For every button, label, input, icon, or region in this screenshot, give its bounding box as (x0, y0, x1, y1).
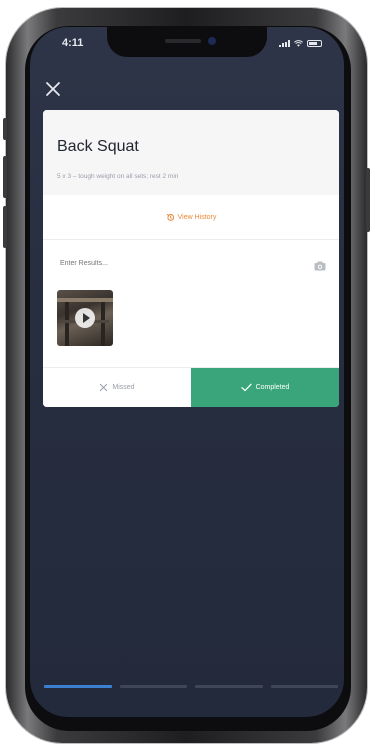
front-camera (208, 37, 216, 45)
check-icon (240, 383, 252, 392)
mute-switch (3, 118, 7, 140)
exercise-title: Back Squat (57, 138, 139, 155)
view-history-button[interactable]: View History (43, 195, 339, 240)
missed-button[interactable]: Missed (43, 368, 191, 407)
status-icons (279, 40, 322, 47)
volume-down-button (3, 206, 7, 248)
results-input[interactable] (60, 260, 280, 267)
completed-label: Completed (255, 384, 290, 391)
app-screen: 4:11 Back Squat 5 x 3 – tough weight on … (30, 27, 344, 717)
x-icon (100, 383, 108, 392)
progress-segment (119, 685, 187, 688)
card-header: Back Squat 5 x 3 – tough weight on all s… (43, 110, 339, 195)
video-thumbnail[interactable] (57, 290, 113, 346)
volume-up-button (3, 156, 7, 198)
history-icon (166, 213, 174, 221)
progress-segment (195, 685, 263, 688)
power-button (366, 168, 370, 232)
close-icon[interactable] (44, 80, 62, 98)
notch (107, 27, 267, 57)
exercise-description: 5 x 3 – tough weight on all sets; rest 2… (57, 173, 179, 180)
cellular-signal-icon (279, 40, 290, 47)
camera-icon[interactable] (314, 261, 326, 271)
view-history-label: View History (177, 213, 217, 221)
progress-segment (44, 685, 112, 688)
workout-progress (44, 685, 338, 688)
battery-icon (307, 40, 322, 47)
thumbnail-rack-right (101, 302, 105, 346)
progress-segment (270, 685, 338, 688)
action-buttons: Missed Completed (43, 367, 339, 407)
thumbnail-rack-left (65, 302, 69, 346)
play-icon[interactable] (75, 308, 95, 328)
missed-label: Missed (112, 384, 135, 391)
exercise-card: Back Squat 5 x 3 – tough weight on all s… (43, 110, 339, 407)
completed-button[interactable]: Completed (191, 368, 339, 407)
speaker (165, 39, 201, 43)
wifi-icon (294, 40, 303, 47)
status-time: 4:11 (62, 37, 84, 49)
